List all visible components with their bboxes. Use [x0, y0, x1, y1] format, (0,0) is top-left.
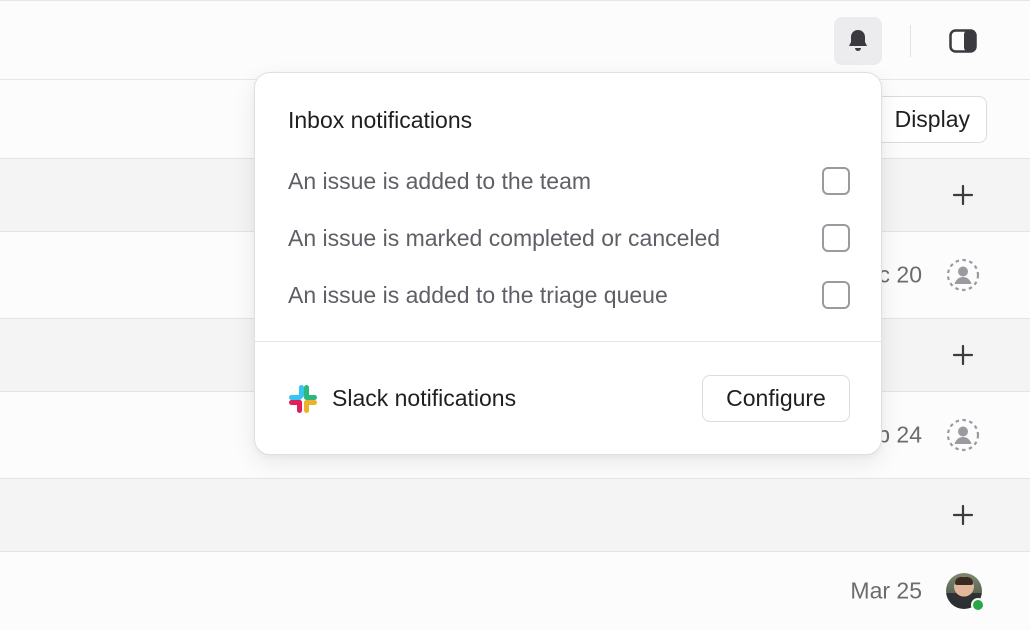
option-checkbox[interactable]	[822, 167, 850, 195]
option-label: An issue is marked completed or canceled	[288, 225, 721, 251]
notification-option[interactable]: An issue is added to the team	[288, 167, 850, 198]
option-label: An issue is added to the team	[288, 168, 592, 194]
toggle-sidebar-button[interactable]	[939, 17, 987, 65]
toolbar-divider	[910, 25, 911, 57]
sidebar-toggle-icon	[949, 29, 977, 53]
plus-icon[interactable]	[951, 183, 975, 207]
notification-option[interactable]: An issue is added to the triage queue	[288, 281, 850, 312]
top-bar	[0, 0, 1030, 80]
notification-option[interactable]: An issue is marked completed or canceled	[288, 224, 850, 255]
plus-icon[interactable]	[951, 503, 975, 527]
slack-icon	[289, 385, 317, 413]
display-button-label: Display	[894, 106, 970, 132]
slack-notifications-label: Slack notifications	[332, 385, 517, 411]
configure-button[interactable]: Configure	[702, 375, 850, 422]
popover-divider	[255, 341, 881, 342]
avatar-hair	[955, 577, 973, 585]
option-checkbox[interactable]	[822, 281, 850, 309]
notifications-button[interactable]	[834, 17, 882, 65]
bell-icon	[849, 30, 867, 51]
unassigned-user-icon[interactable]	[946, 418, 980, 452]
popover-title: Inbox notifications	[288, 107, 473, 133]
configure-button-label: Configure	[726, 385, 826, 411]
notifications-popover: Inbox notifications An issue is added to…	[254, 72, 882, 455]
online-status-dot	[971, 598, 985, 612]
option-label: An issue is added to the triage queue	[288, 282, 668, 308]
issue-row[interactable]: Mar 25	[0, 552, 1030, 630]
plus-icon[interactable]	[951, 343, 975, 367]
user-avatar[interactable]	[946, 573, 985, 612]
issue-date: Mar 25	[850, 577, 922, 604]
group-header[interactable]	[0, 478, 1030, 552]
unassigned-user-icon[interactable]	[946, 258, 980, 292]
option-checkbox[interactable]	[822, 224, 850, 252]
